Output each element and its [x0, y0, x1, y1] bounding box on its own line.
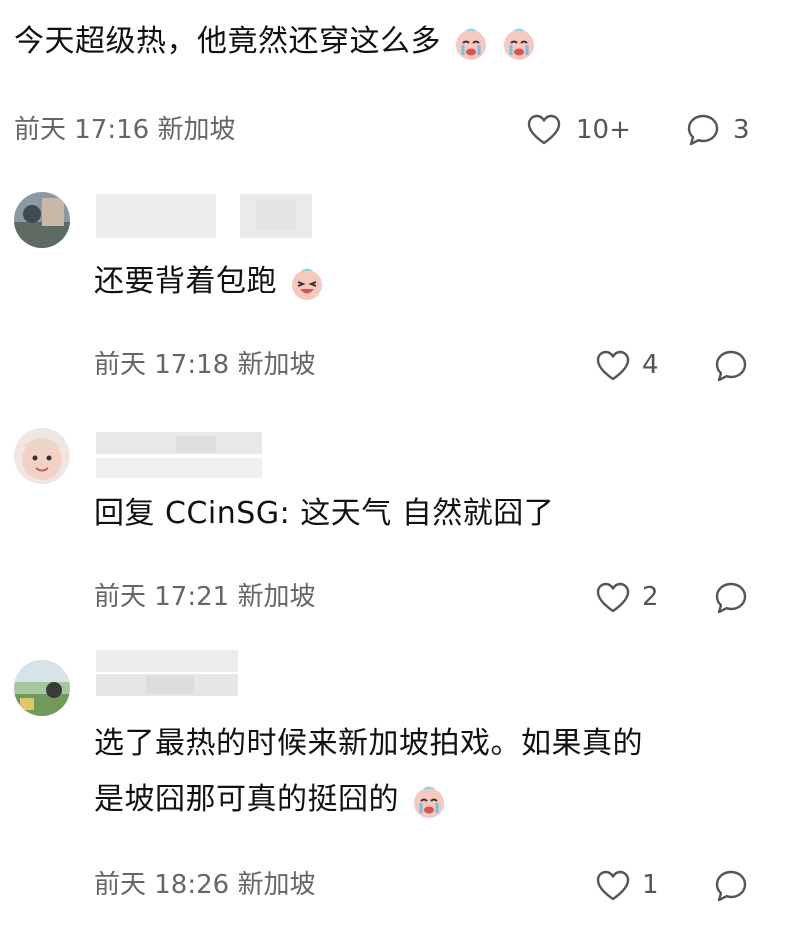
comment-time: 前天 17:18 [94, 350, 230, 380]
comment-meta: 前天 17:18 新加坡 [94, 350, 315, 380]
comment-text-line2: 是坡囧那可真的挺囧的 [94, 782, 399, 817]
speech-bubble-icon[interactable] [686, 113, 720, 147]
comment-time: 前天 18:26 [94, 870, 230, 900]
post-text-row: 今天超级热，他竟然还穿这么多 [14, 22, 537, 62]
heart-outline-icon[interactable] [596, 870, 630, 902]
crying-face-emoji [504, 28, 535, 60]
avatar[interactable] [14, 428, 70, 484]
blurred-username [96, 192, 316, 240]
comment-text: 还要背着包跑 [94, 264, 277, 299]
speech-bubble-icon[interactable] [714, 869, 748, 903]
avatar[interactable] [14, 192, 70, 248]
speech-bubble-icon[interactable] [714, 349, 748, 383]
comment-location: 新加坡 [237, 582, 316, 612]
post-time: 前天 17:16 [14, 115, 150, 145]
comment-text: 回复 CCinSG: 这天气 自然就囧了 [94, 496, 555, 531]
comment-text-line1: 选了最热的时候来新加坡拍戏。如果真的 [94, 726, 643, 761]
post-text: 今天超级热，他竟然还穿这么多 [14, 24, 441, 59]
comment-time: 前天 17:21 [94, 582, 230, 612]
crying-face-emoji [456, 28, 487, 60]
comment-location: 新加坡 [237, 350, 316, 380]
blurred-username [96, 430, 266, 480]
comment-like-count: 2 [642, 582, 659, 612]
comment-meta: 前天 17:21 新加坡 [94, 582, 315, 612]
comment-meta: 前天 18:26 新加坡 [94, 870, 315, 900]
comment-like-count: 1 [642, 870, 659, 900]
comment-text-row: 回复 CCinSG: 这天气 自然就囧了 [94, 494, 554, 534]
post-reply-count: 3 [733, 115, 750, 145]
post-meta: 前天 17:16 新加坡 [14, 115, 235, 145]
crying-face-emoji [414, 786, 445, 818]
heart-outline-icon[interactable] [596, 350, 630, 382]
heart-outline-icon[interactable] [527, 114, 561, 146]
post-like-count: 10+ [576, 115, 631, 145]
heart-outline-icon[interactable] [596, 582, 630, 614]
comment-text-row: 还要背着包跑 [94, 262, 325, 302]
comment-location: 新加坡 [237, 870, 316, 900]
laughing-face-emoji [292, 268, 323, 300]
comment-text-row: 是坡囧那可真的挺囧的 [94, 780, 447, 820]
post-location: 新加坡 [157, 115, 236, 145]
speech-bubble-icon[interactable] [714, 581, 748, 615]
avatar[interactable] [14, 660, 70, 716]
comment-like-count: 4 [642, 350, 659, 380]
blurred-username [96, 648, 246, 698]
